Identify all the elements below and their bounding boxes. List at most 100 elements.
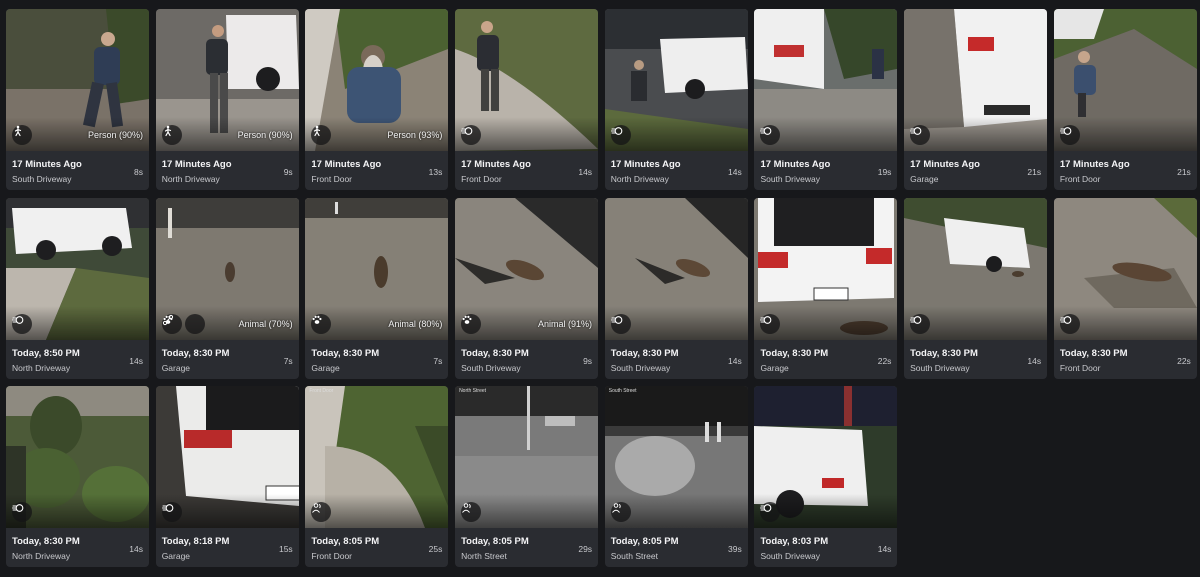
event-duration: 14s: [728, 355, 742, 366]
event-thumbnail[interactable]: Person (90%): [155, 9, 299, 151]
event-card[interactable]: Front Door Today, 8:05 PM Front Door 25s: [305, 386, 449, 567]
event-thumbnail[interactable]: [904, 197, 1048, 340]
event-thumbnail[interactable]: Animal (91%): [455, 197, 599, 340]
event-thumbnail[interactable]: [1053, 197, 1197, 340]
event-card[interactable]: Today, 8:30 PM Front Door 22s: [1053, 197, 1197, 379]
event-thumbnail[interactable]: [1053, 9, 1197, 151]
person-icon: [12, 125, 32, 145]
event-info: 17 Minutes Ago Front Door 21s: [1054, 151, 1197, 190]
event-card[interactable]: 17 Minutes Ago Garage 21s: [904, 9, 1048, 190]
event-duration: 14s: [578, 167, 593, 177]
event-thumbnail[interactable]: [754, 197, 898, 340]
paw-icon: [311, 313, 332, 334]
event-type-badges: [461, 313, 482, 334]
event-card[interactable]: 17 Minutes Ago North Driveway 14s: [604, 9, 748, 190]
event-duration: 15s: [278, 544, 293, 554]
motion-icon: [760, 502, 781, 522]
event-time: Today, 8:30 PM: [461, 347, 529, 359]
event-thumbnail[interactable]: [455, 9, 599, 151]
event-duration: 14s: [1027, 355, 1042, 366]
camera-name: South Driveway: [910, 362, 970, 373]
event-thumbnail[interactable]: North Street: [455, 386, 599, 528]
event-card[interactable]: Person (93%) 17 Minutes Ago Front Door 13s: [305, 9, 449, 190]
event-info: 17 Minutes Ago North Driveway 9s: [156, 151, 299, 190]
event-duration: 22s: [877, 355, 892, 366]
camera-name: South Driveway: [12, 174, 72, 184]
event-thumbnail[interactable]: [155, 386, 299, 528]
event-card[interactable]: Today, 8:30 PM North Driveway 14s: [6, 386, 149, 567]
event-info: Today, 8:30 PM Front Door 22s: [1054, 340, 1197, 379]
event-time: Today, 8:05 PM: [461, 536, 529, 547]
people-icon: [610, 502, 631, 522]
event-card[interactable]: Today, 8:50 PM North Driveway 14s: [6, 197, 149, 379]
event-type-badges: [161, 502, 182, 522]
event-info: Today, 8:30 PM North Driveway 14s: [6, 528, 149, 567]
event-thumbnail[interactable]: [904, 9, 1048, 151]
event-duration: 9s: [583, 355, 593, 366]
motion-icon: [1059, 125, 1080, 145]
person-icon: [311, 125, 332, 145]
event-thumbnail[interactable]: Person (90%): [6, 9, 149, 151]
event-thumbnail[interactable]: Front Door: [305, 386, 449, 528]
event-thumbnail[interactable]: Animal (70%): [155, 197, 299, 340]
event-card[interactable]: Today, 8:30 PM Garage 22s: [754, 197, 898, 379]
camera-name: Garage: [910, 174, 939, 184]
event-thumbnail[interactable]: [754, 9, 898, 151]
camera-name: Front Door: [311, 551, 352, 561]
event-thumbnail[interactable]: [754, 386, 898, 528]
event-card[interactable]: 17 Minutes Ago Front Door 14s: [455, 9, 599, 190]
event-duration: 14s: [129, 544, 143, 554]
event-card[interactable]: Today, 8:03 PM South Driveway 14s: [754, 386, 898, 567]
camera-name: Front Door: [311, 174, 352, 184]
camera-name: South Street: [610, 551, 659, 561]
event-card[interactable]: 17 Minutes Ago Front Door 21s: [1053, 9, 1197, 190]
event-thumbnail[interactable]: [6, 386, 149, 528]
event-info: Today, 8:30 PM South Driveway 14s: [904, 340, 1047, 379]
event-thumbnail[interactable]: [604, 9, 748, 151]
camera-name: Front Door: [1059, 362, 1101, 373]
event-time: Today, 8:30 PM: [910, 347, 978, 359]
paw-icon: [461, 313, 482, 334]
event-card[interactable]: Person (90%) 17 Minutes Ago South Driveway…: [6, 9, 149, 190]
event-duration: 25s: [428, 544, 443, 554]
event-thumbnail[interactable]: South Street: [604, 386, 748, 528]
event-card[interactable]: Animal (80%) Today, 8:30 PM Garage 7s: [305, 197, 449, 379]
event-type-badges: [461, 125, 482, 145]
event-duration: 7s: [433, 355, 443, 366]
event-time: Today, 8:30 PM: [311, 347, 380, 359]
event-info: Today, 8:30 PM South Driveway 9s: [455, 340, 598, 379]
event-card[interactable]: Today, 8:30 PM South Driveway 14s: [904, 197, 1048, 379]
event-card[interactable]: 17 Minutes Ago South Driveway 19s: [754, 9, 898, 190]
camera-name: South Driveway: [610, 362, 671, 373]
event-time: 17 Minutes Ago: [12, 159, 82, 170]
event-type-badges: [910, 125, 931, 145]
event-type-badges: [760, 502, 781, 522]
event-info: Today, 8:05 PM South Street 39s: [605, 528, 748, 567]
event-thumbnail[interactable]: [6, 197, 149, 340]
event-card[interactable]: Today, 8:30 PM South Driveway 14s: [604, 197, 748, 379]
event-thumbnail[interactable]: Person (93%): [305, 9, 449, 151]
event-info: 17 Minutes Ago South Driveway 19s: [754, 151, 897, 190]
camera-overlay-label: North Street: [459, 388, 487, 394]
motion-icon: [12, 313, 32, 334]
event-card[interactable]: North Street Today, 8:05 PM North Street 29…: [455, 386, 599, 567]
event-type-badges: [760, 313, 781, 334]
paw-icon: [163, 313, 205, 334]
event-thumbnail[interactable]: Animal (80%): [305, 197, 449, 340]
event-card[interactable]: Today, 8:18 PM Garage 15s: [155, 386, 299, 567]
event-card[interactable]: South Street Today, 8:05 PM South Street 39…: [604, 386, 748, 567]
event-info: 17 Minutes Ago Front Door 14s: [455, 151, 598, 190]
event-type-badges: [910, 313, 931, 334]
event-grid: Person (90%) 17 Minutes Ago South Driveway…: [6, 9, 1197, 567]
people-icon: [311, 502, 332, 522]
event-card[interactable]: Person (90%) 17 Minutes Ago North Driveway…: [155, 9, 299, 190]
event-type-badges: [12, 502, 32, 522]
event-duration: 22s: [1177, 355, 1191, 366]
event-thumbnail[interactable]: [604, 197, 748, 340]
event-card[interactable]: Animal (70%) Today, 8:30 PM Garage 7s: [155, 197, 299, 379]
camera-name: North Driveway: [12, 362, 71, 373]
event-info: Today, 8:05 PM North Street 29s: [455, 528, 598, 567]
event-card[interactable]: Animal (91%) Today, 8:30 PM South Driveway…: [455, 197, 599, 379]
event-time: Today, 8:18 PM: [161, 536, 230, 547]
event-type-badges: [1059, 125, 1080, 145]
